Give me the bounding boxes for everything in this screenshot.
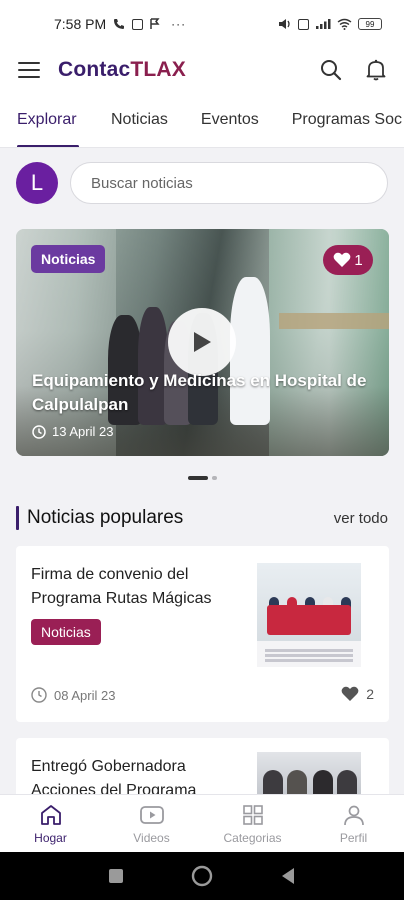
news-card[interactable]: Firma de convenio del Programa Rutas Mág… xyxy=(16,546,389,722)
volume-icon xyxy=(279,19,290,29)
like-button[interactable]: 2 xyxy=(341,686,374,702)
home-icon xyxy=(40,804,61,825)
search-input[interactable] xyxy=(70,162,388,204)
home-button-icon[interactable] xyxy=(191,865,213,887)
like-count: 1 xyxy=(354,251,363,269)
signal-icon xyxy=(316,19,331,29)
lte-icon xyxy=(298,18,309,30)
back-icon[interactable] xyxy=(280,867,296,885)
tab-explorar[interactable]: Explorar xyxy=(17,92,79,147)
category-badge: Noticias xyxy=(31,245,106,273)
tab-noticias[interactable]: Noticias xyxy=(111,92,168,147)
heart-icon xyxy=(341,686,359,701)
section-accent xyxy=(16,506,19,530)
news-title: Firma de convenio del Programa Rutas Mág… xyxy=(31,566,212,607)
news-thumbnail xyxy=(257,563,361,667)
heart-icon xyxy=(333,252,351,267)
system-navigation-bar xyxy=(0,852,404,900)
like-button[interactable]: 1 xyxy=(323,245,373,275)
category-badge: Noticias xyxy=(31,619,101,645)
carousel-dot xyxy=(211,476,217,480)
nav-perfil[interactable]: Perfil xyxy=(309,803,399,845)
grid-icon xyxy=(242,804,263,825)
bell-icon[interactable] xyxy=(366,59,386,81)
app-header: ContacTLAX xyxy=(0,48,404,92)
carousel-dot-active xyxy=(187,476,208,480)
user-icon xyxy=(343,805,364,825)
tab-programas-sociales[interactable]: Programas Soc xyxy=(292,92,402,147)
clock-icon xyxy=(31,687,47,703)
carousel-indicator xyxy=(0,476,404,480)
popular-news-header: Noticias populares ver todo xyxy=(16,505,388,531)
call-icon xyxy=(114,19,125,29)
flag-icon xyxy=(150,18,160,29)
menu-icon[interactable] xyxy=(18,62,40,78)
nav-categorias[interactable]: Categorias xyxy=(208,803,298,845)
recents-icon[interactable] xyxy=(108,868,124,884)
featured-title: Equipamiento y Medicinas en Hospital de … xyxy=(32,371,367,414)
notification-icon xyxy=(132,18,144,30)
status-bar: 7:58 PM ··· 99 xyxy=(0,0,404,48)
more-notifications-icon: ··· xyxy=(171,17,187,31)
battery-icon: 99 xyxy=(358,18,382,30)
play-icon xyxy=(194,332,211,352)
tab-eventos[interactable]: Eventos xyxy=(201,92,259,147)
avatar[interactable]: L xyxy=(16,162,58,204)
nav-videos[interactable]: Videos xyxy=(107,803,197,845)
play-button[interactable] xyxy=(168,308,236,376)
status-time: 7:58 PM xyxy=(54,16,107,32)
nav-hogar[interactable]: Hogar xyxy=(6,803,96,845)
featured-date: 13 April 23 xyxy=(32,424,113,439)
like-count: 2 xyxy=(366,686,374,702)
see-all-link[interactable]: ver todo xyxy=(334,510,388,527)
category-tabs: Explorar Noticias Eventos Programas Soc xyxy=(0,92,404,148)
bottom-navigation: Hogar Videos Categorias Perfil xyxy=(0,794,404,852)
app-logo: ContacTLAX xyxy=(58,58,187,81)
video-icon xyxy=(139,805,164,824)
section-title: Noticias populares xyxy=(27,507,184,528)
search-row: L xyxy=(16,160,388,206)
featured-news-card[interactable]: Noticias 1 Equipamiento y Medicinas en H… xyxy=(16,229,389,456)
wifi-icon xyxy=(337,18,352,30)
search-icon[interactable] xyxy=(320,59,342,81)
news-date: 08 April 23 xyxy=(31,687,115,703)
clock-icon xyxy=(32,424,46,439)
